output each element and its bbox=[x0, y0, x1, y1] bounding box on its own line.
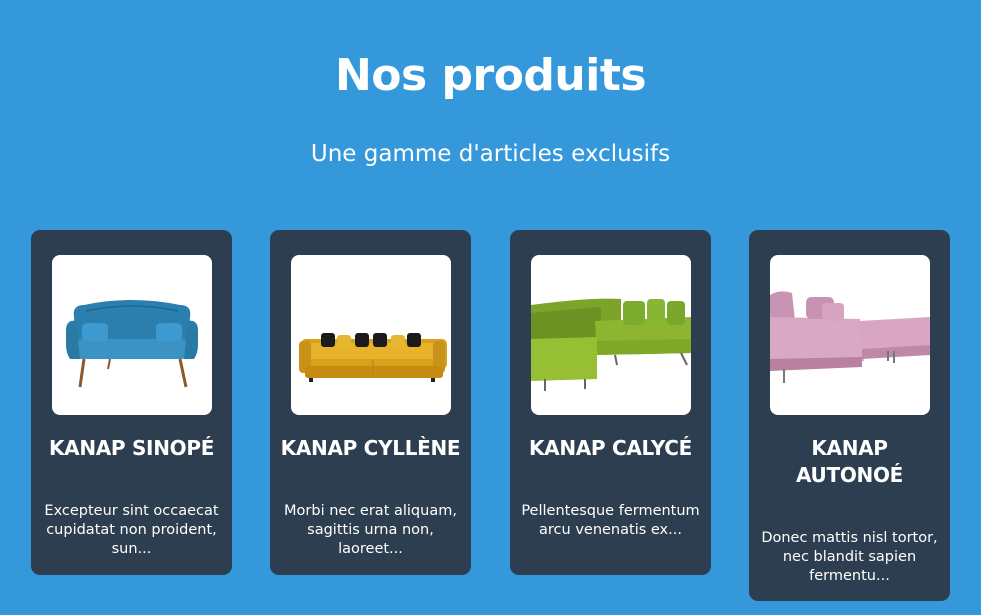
product-image[interactable] bbox=[291, 255, 451, 415]
product-image[interactable] bbox=[531, 255, 691, 415]
product-card-autonoe[interactable]: KANAP AUTONOÉ Donec mattis nisl tortor, … bbox=[749, 230, 950, 601]
section-subtitle: Une gamme d'articles exclusifs bbox=[310, 141, 671, 167]
product-image[interactable] bbox=[52, 255, 212, 415]
blue-sofa-image bbox=[66, 300, 198, 388]
yellow-sofa-image bbox=[299, 333, 447, 382]
pink-sofa-image bbox=[770, 291, 930, 383]
product-name: KANAP CYLLÈNE bbox=[280, 436, 461, 460]
product-name: KANAP SINOPÉ bbox=[48, 436, 215, 460]
product-name: KANAP AUTONOÉ bbox=[795, 436, 904, 487]
product-card-calyce[interactable]: KANAP CALYCÉ Pellentesque fermentum arcu… bbox=[510, 230, 711, 575]
product-image[interactable] bbox=[770, 255, 930, 415]
product-description: Morbi nec erat aliquam, sagittis urna no… bbox=[284, 503, 457, 557]
product-description: Pellentesque fermentum arcu venenatis ex… bbox=[521, 503, 700, 538]
product-name: KANAP CALYCÉ bbox=[528, 436, 693, 460]
product-card-sinope[interactable]: KANAP SINOPÉ Excepteur sint occaecat cup… bbox=[31, 230, 232, 575]
product-card-cyllene[interactable]: KANAP CYLLÈNE Morbi nec erat aliquam, sa… bbox=[270, 230, 471, 575]
section-title: Nos produits bbox=[334, 50, 647, 101]
green-sofa-image bbox=[531, 298, 691, 391]
product-description: Donec mattis nisl tortor, nec blandit sa… bbox=[761, 530, 938, 584]
product-description: Excepteur sint occaecat cupidatat non pr… bbox=[44, 503, 219, 557]
